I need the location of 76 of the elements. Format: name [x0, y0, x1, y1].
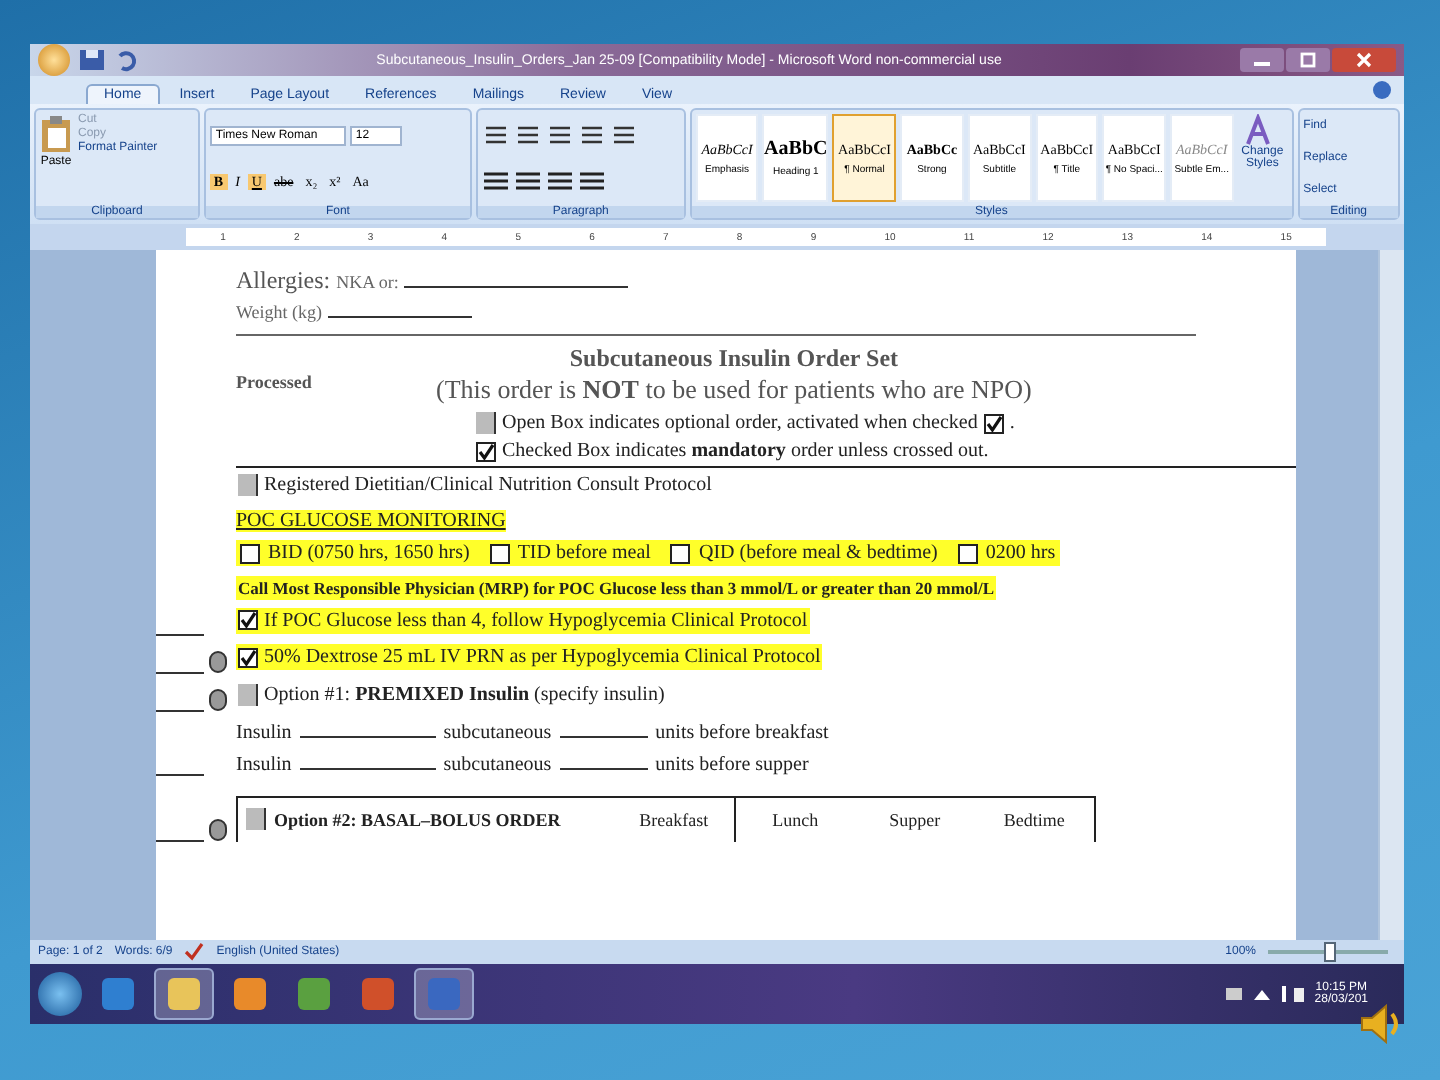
checkbox[interactable]: [238, 647, 258, 667]
restore-button[interactable]: [1286, 48, 1330, 72]
order-text: Insulin: [236, 721, 292, 743]
option-text: TID before meal: [517, 542, 651, 564]
order-text: 50% Dextrose 25 mL IV PRN as per Hypoglycemia Clinical Protocol: [264, 646, 821, 668]
form-field-box[interactable]: [238, 474, 258, 496]
order-text: subcutaneous: [443, 753, 552, 775]
instruction-text: Call Most Responsible Physician (MRP) for POC Glucose less than 3 mmol/L or greater than 20 mmol/L: [236, 575, 997, 599]
order-text: subcutaneous: [443, 721, 552, 743]
align-icon[interactable]: [482, 170, 511, 193]
start-button[interactable]: [38, 972, 82, 1016]
allergies-label: Allergies:: [236, 266, 331, 296]
column-header: Breakfast: [637, 809, 711, 829]
processed-label: Processed: [236, 370, 314, 396]
save-icon[interactable]: [78, 48, 106, 72]
weight-label: Weight (kg): [236, 302, 323, 322]
form-subtitle: (This order is NOT to be used for patients who are NPO): [436, 374, 1032, 406]
app-icon: [360, 976, 396, 1012]
checkbox[interactable]: [238, 610, 258, 630]
speaker-icon[interactable]: [1360, 1004, 1404, 1044]
column-header: Bedtime: [1001, 809, 1067, 829]
zoom-thumb[interactable]: [1324, 942, 1336, 962]
app-icon: [100, 976, 136, 1012]
taskbar-button[interactable]: [154, 968, 214, 1020]
legend-text: Open Box indicates optional order, activated when checked: [502, 412, 978, 434]
form-title: Subcutaneous Insulin Order Set: [569, 344, 899, 374]
option-text: QID (before meal & bedtime): [698, 542, 938, 564]
checkbox[interactable]: [489, 543, 510, 563]
tray-icons[interactable]: [1226, 984, 1307, 1004]
pill-icon: [208, 817, 228, 841]
undo-icon[interactable]: [114, 48, 138, 72]
clipboard-icon: [40, 114, 72, 154]
list-icon[interactable]: [546, 123, 575, 146]
order-text: Registered Dietitian/Clinical Nutrition Consult Protocol: [264, 474, 712, 496]
align-icon[interactable]: [578, 170, 607, 193]
order-text: units before breakfast: [655, 721, 829, 743]
table-heading: Option #2: BASAL–BOLUS ORDER: [274, 809, 561, 829]
minimize-button[interactable]: [1240, 48, 1284, 72]
pill-icon: [208, 649, 228, 673]
list-icon[interactable]: [514, 123, 543, 146]
section-heading: POC GLUCOSE MONITORING: [236, 510, 506, 532]
checkbox[interactable]: [983, 413, 1004, 433]
restore-icon: [1298, 52, 1318, 68]
column-header: Lunch: [733, 797, 855, 841]
checkbox[interactable]: [957, 543, 978, 563]
checkbox[interactable]: [670, 543, 691, 563]
proofing-icon[interactable]: [184, 942, 205, 962]
close-button[interactable]: [1332, 48, 1396, 72]
legend-text: .: [1009, 412, 1015, 434]
list-icon[interactable]: [610, 123, 639, 146]
align-icon[interactable]: [546, 170, 575, 193]
pill-icon: [208, 687, 228, 711]
app-icon: [296, 976, 332, 1012]
allergies-hint: NKA or:: [336, 272, 399, 292]
app-icon: [426, 976, 462, 1012]
vertical-scrollbar[interactable]: [1378, 250, 1404, 940]
form-field-box[interactable]: [238, 683, 258, 705]
legend-text: Checked Box indicates mandatory order unless crossed out.: [502, 440, 989, 462]
list-icon[interactable]: [482, 123, 511, 146]
close-icon: [1354, 52, 1374, 68]
column-header: Supper: [887, 809, 943, 829]
list-icon[interactable]: [578, 123, 607, 146]
form-field-box[interactable]: [246, 808, 266, 830]
checkbox[interactable]: [476, 441, 496, 461]
app-icon: [166, 976, 202, 1012]
form-field-box[interactable]: [476, 412, 496, 434]
order-text: Insulin: [236, 753, 292, 775]
option-text: 0200 hrs: [985, 542, 1056, 564]
order-text: If POC Glucose less than 4, follow Hypoglycemia Clinical Protocol: [264, 609, 808, 631]
checkbox[interactable]: [240, 543, 260, 563]
align-icon[interactable]: [514, 170, 543, 193]
option-text: BID (0750 hrs, 1650 hrs): [268, 542, 470, 564]
order-text: Option #1: PREMIXED Insulin (specify insulin): [264, 683, 665, 705]
app-icon: [232, 976, 268, 1012]
help-icon[interactable]: [1372, 80, 1392, 100]
order-text: units before supper: [655, 753, 809, 775]
